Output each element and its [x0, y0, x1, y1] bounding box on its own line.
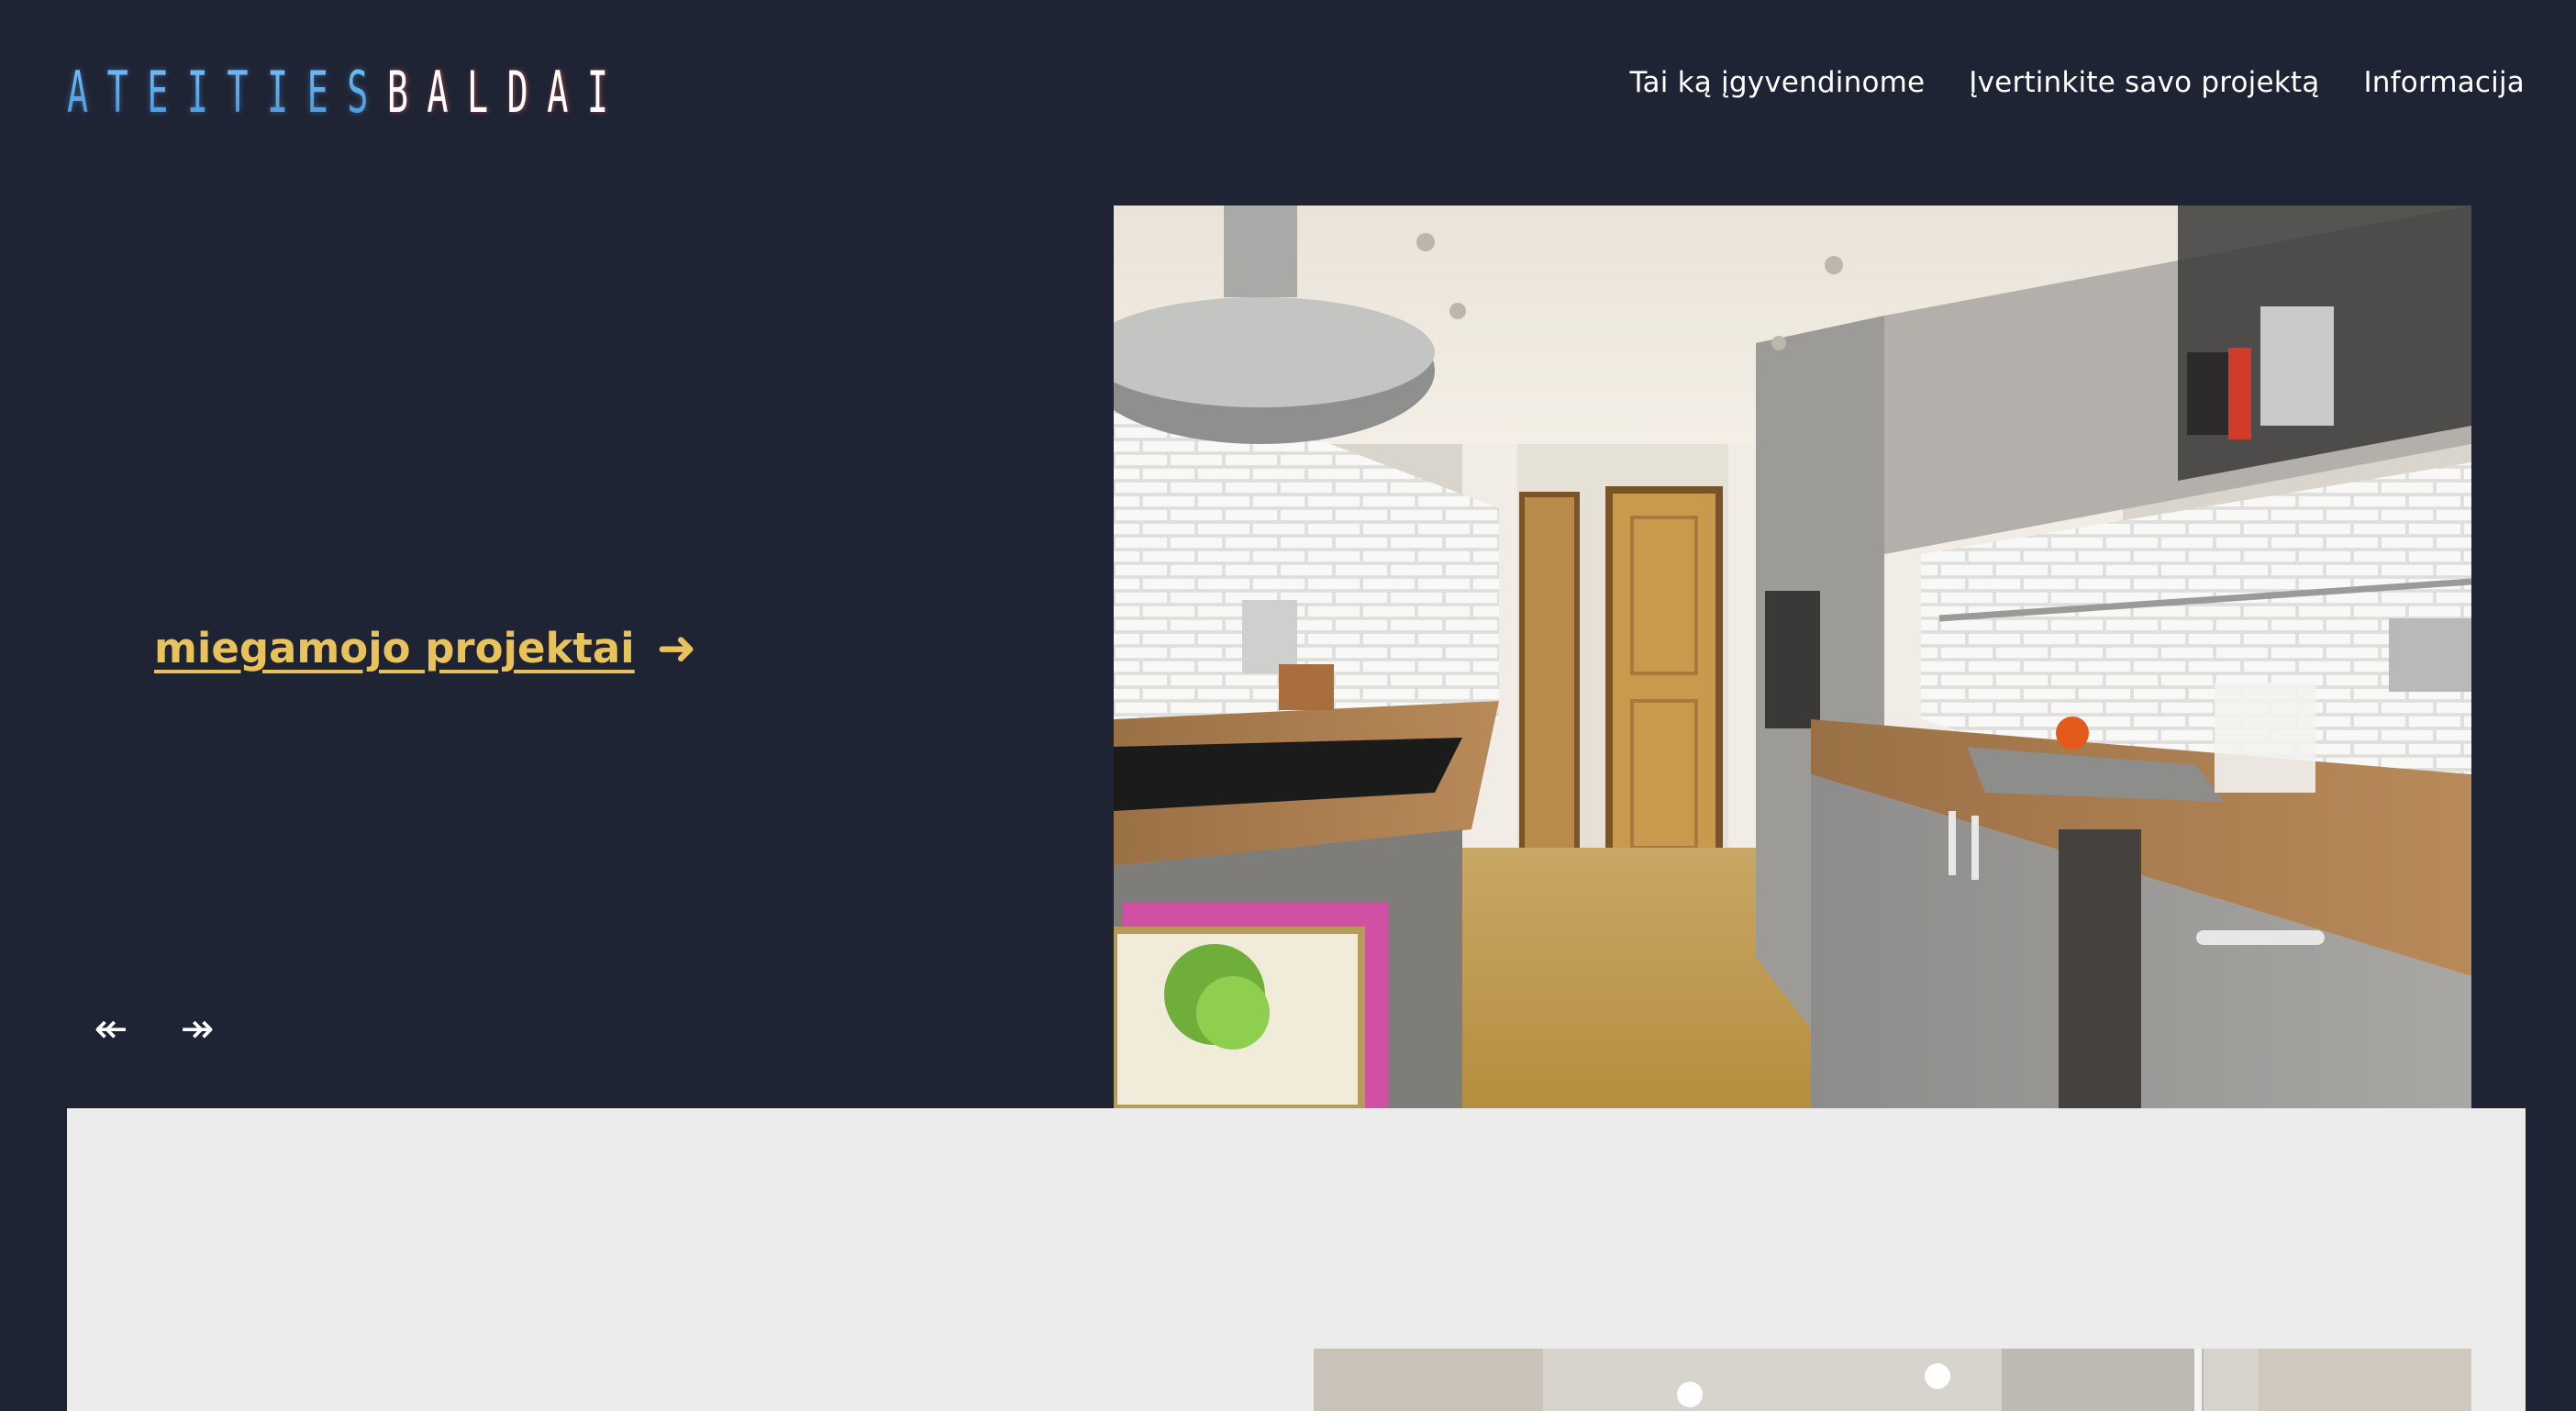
nav-item-information[interactable]: Informacija: [2363, 66, 2525, 99]
hero-kitchen-image[interactable]: [1114, 206, 2471, 1108]
logo-text-baldai: BALDAI: [386, 59, 627, 126]
site-header: ATEITIES BALDAI Tai ką įgyvendinome Įvert…: [0, 0, 2576, 183]
site-logo[interactable]: ATEITIES BALDAI: [67, 61, 627, 125]
slider-prev-arrow-icon[interactable]: ↞: [88, 1009, 134, 1050]
interior-photo: [1314, 1349, 2471, 1411]
slider-controls: ↞ ↠: [88, 1009, 220, 1050]
main-nav: Tai ką įgyvendinome Įvertinkite savo pro…: [1630, 66, 2525, 99]
slider-next-arrow-icon[interactable]: ↠: [174, 1009, 220, 1050]
logo-text-ateities: ATEITIES: [67, 59, 387, 126]
lower-section: [67, 1108, 2526, 1411]
lower-interior-image[interactable]: [1314, 1349, 2471, 1411]
kitchen-photo: [1114, 206, 2471, 1108]
nav-item-projects[interactable]: Tai ką įgyvendinome: [1630, 66, 1926, 99]
hero-category-link[interactable]: miegamojo projektai ➜: [154, 624, 696, 672]
hero-link-label: miegamojo projektai: [154, 624, 635, 672]
arrow-right-icon: ➜: [656, 620, 697, 676]
nav-item-evaluate-project[interactable]: Įvertinkite savo projektą: [1969, 66, 2319, 99]
